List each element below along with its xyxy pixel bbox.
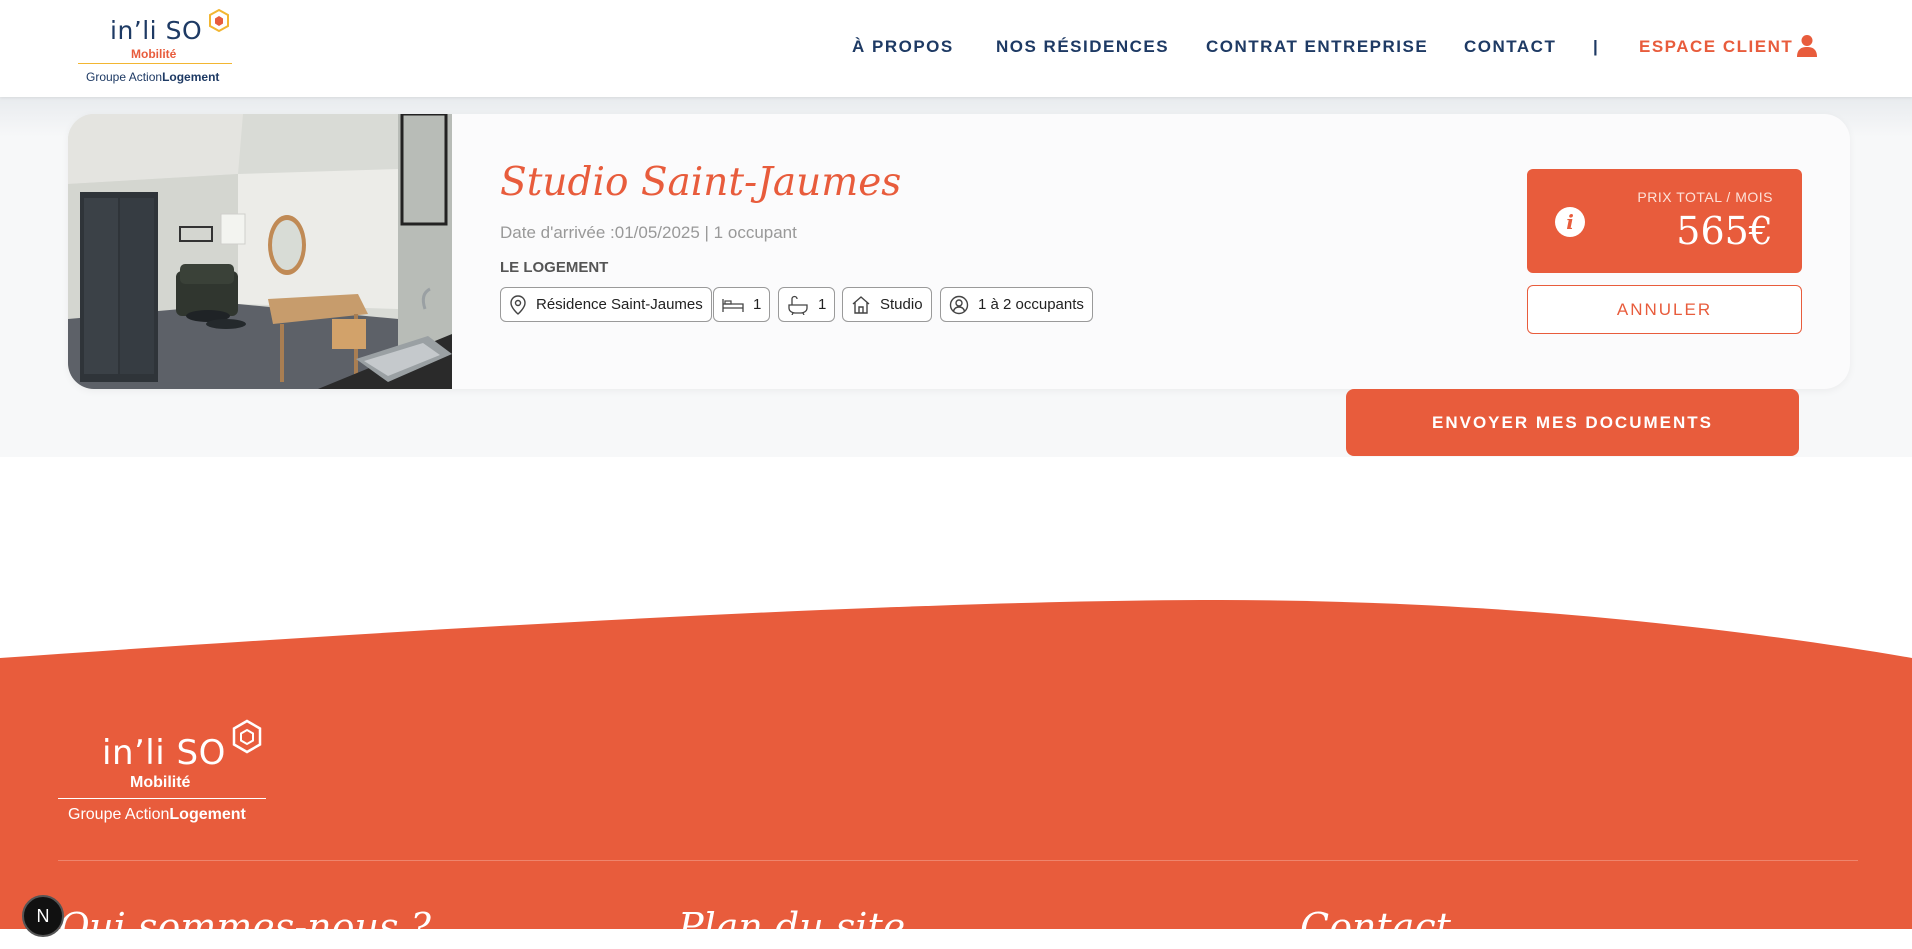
nav-item-nos-residences[interactable]: NOS RÉSIDENCES [996, 37, 1169, 57]
bed-icon [722, 298, 744, 312]
footer-logo-group: Groupe ActionLogement [68, 806, 246, 823]
nav-item-a-propos[interactable]: À PROPOS [852, 37, 954, 57]
hexagon-logo-icon [209, 8, 229, 33]
tag-beds: 1 [713, 287, 771, 322]
logo-group: Groupe ActionLogement [86, 70, 220, 84]
listing-title: Studio Saint-Jaumes [500, 160, 902, 205]
nav-item-contrat-entreprise[interactable]: CONTRAT ENTREPRISE [1206, 37, 1428, 57]
tag-residence: Résidence Saint-Jaumes [500, 287, 712, 322]
hexagon-logo-icon [232, 719, 262, 754]
footer-divider [58, 860, 1858, 861]
price-box: i PRIX TOTAL / MOIS 565€ [1527, 169, 1802, 273]
site-header: in’li SO Mobilité Groupe ActionLogement … [0, 0, 1912, 97]
footer-heading-qui-sommes-nous: Qui sommes-nous ? [58, 905, 431, 949]
tag-occupants-label: 1 à 2 occupants [978, 296, 1084, 313]
send-documents-button[interactable]: ENVOYER MES DOCUMENTS [1346, 389, 1799, 456]
main-nav: À PROPOS NOS RÉSIDENCES CONTRAT ENTREPRI… [0, 37, 1912, 59]
nav-separator: | [1593, 37, 1598, 56]
house-icon [852, 295, 870, 314]
logo-divider [78, 63, 232, 64]
footer-logo-sub: Mobilité [130, 774, 191, 791]
dev-badge[interactable]: N [22, 895, 64, 937]
price-label: PRIX TOTAL / MOIS [1637, 189, 1773, 205]
tag-residence-label: Résidence Saint-Jaumes [536, 296, 703, 313]
user-circle-icon [949, 295, 969, 314]
listing-meta: Date d'arrivée :01/05/2025 | 1 occupant [500, 223, 797, 242]
info-icon[interactable]: i [1555, 207, 1585, 237]
footer-heading-contact: Contact [1300, 905, 1451, 949]
tag-type: Studio [842, 287, 932, 322]
tag-beds-label: 1 [753, 296, 762, 313]
footer-logo[interactable]: in’li SO Mobilité Groupe ActionLogement [58, 718, 268, 828]
price-value: 565€ [1676, 209, 1773, 253]
tag-occupants: 1 à 2 occupants [940, 287, 1093, 322]
listing-section-label: LE LOGEMENT [500, 259, 609, 276]
listing-photo[interactable] [68, 114, 452, 389]
footer-logo-brand: in’li SO [102, 733, 226, 773]
user-icon[interactable] [1796, 34, 1818, 58]
cancel-button[interactable]: ANNULER [1527, 285, 1802, 334]
location-pin-icon [510, 294, 526, 315]
nav-item-contact[interactable]: CONTACT [1464, 37, 1556, 57]
footer-heading-plan-du-site: Plan du site [678, 905, 906, 949]
nav-item-espace-client[interactable]: ESPACE CLIENT [1639, 37, 1793, 57]
tag-baths: 1 [778, 287, 836, 322]
footer-background [0, 600, 1912, 929]
tag-type-label: Studio [880, 296, 923, 313]
tag-baths-label: 1 [818, 296, 827, 313]
bathtub-icon [788, 295, 808, 315]
footer-logo-divider [58, 798, 266, 799]
